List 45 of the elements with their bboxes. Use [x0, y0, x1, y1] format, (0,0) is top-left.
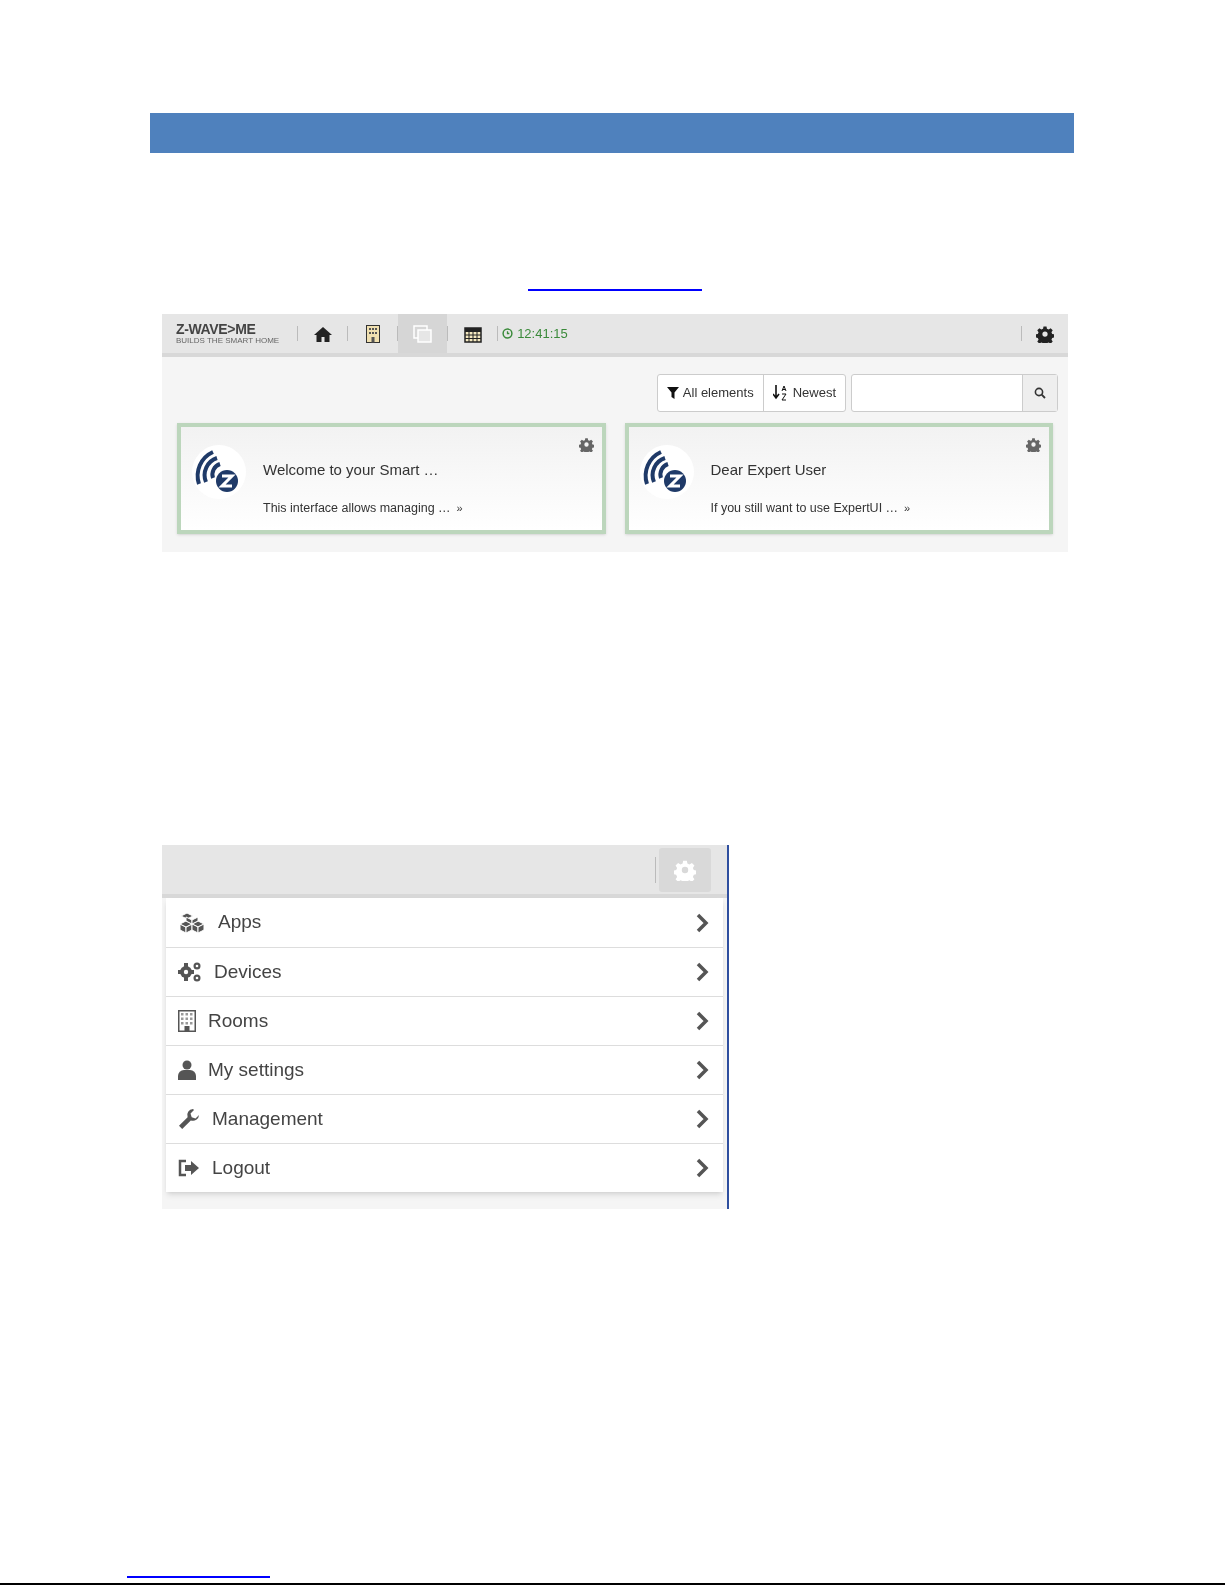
search-field[interactable]: [851, 374, 1058, 412]
gear-icon: [1036, 324, 1054, 343]
cubes-icon: [178, 911, 206, 934]
chevron-right-icon: [695, 1060, 709, 1080]
copy-icon: [412, 324, 433, 343]
logout-icon: [178, 1159, 200, 1177]
gear-icon: [578, 437, 594, 452]
wrench-icon: [178, 1108, 200, 1130]
card-description: This interface allows managing …: [263, 499, 451, 517]
more-link[interactable]: »: [456, 499, 463, 517]
calendar-icon: [463, 324, 482, 343]
menu-item[interactable]: Logout: [166, 1143, 723, 1192]
gear-icon: [1026, 437, 1041, 452]
card-settings-button[interactable]: [578, 437, 594, 452]
clock-time: 12:41:15: [517, 324, 568, 343]
card-title: Welcome to your Smart …: [263, 460, 440, 480]
sort-button[interactable]: Newest: [763, 375, 845, 411]
home-icon: [313, 325, 332, 342]
menu-item[interactable]: Apps: [166, 898, 723, 947]
chevron-right-icon: [695, 912, 709, 933]
filter-button[interactable]: All elements: [657, 375, 764, 411]
user-icon: [178, 1060, 196, 1080]
card-title: Dear Expert User: [710, 460, 828, 480]
gear-icon: [674, 858, 696, 881]
chevron-right-icon: [695, 962, 709, 982]
menu-item[interactable]: Devices: [166, 947, 723, 996]
chevron-right-icon: [695, 1109, 709, 1129]
logo-text: Z-WAVE>ME: [176, 322, 257, 336]
building-icon: [365, 324, 380, 343]
building-icon: [178, 1010, 196, 1032]
card-settings-button[interactable]: [1026, 437, 1041, 452]
search-button[interactable]: [1022, 375, 1057, 411]
clock-icon: [502, 328, 514, 339]
menu-item[interactable]: Management: [166, 1094, 723, 1143]
menu-item[interactable]: My settings: [166, 1045, 723, 1094]
gears-icon: [178, 961, 202, 983]
funnel-icon: [666, 387, 679, 399]
chevron-right-icon: [695, 1011, 709, 1031]
card-description: If you still want to use ExpertUI …: [710, 499, 899, 517]
search-icon: [1034, 387, 1046, 399]
more-link[interactable]: »: [904, 499, 911, 517]
logo-tagline: BUILDS THE SMART HOME: [176, 337, 280, 345]
chevron-right-icon: [695, 1158, 709, 1178]
menu-item[interactable]: Rooms: [166, 996, 723, 1045]
sort-icon: [772, 385, 789, 401]
